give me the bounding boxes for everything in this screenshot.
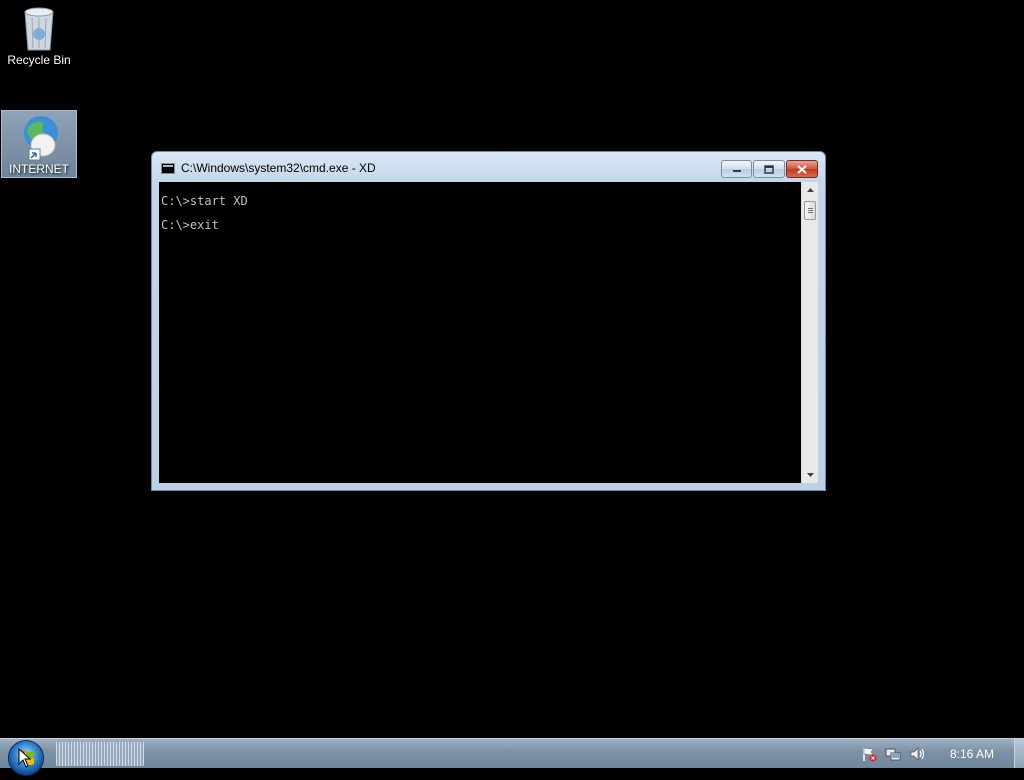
desktop-icon-recycle-bin[interactable]: Recycle Bin: [1, 4, 77, 76]
arrow-down-icon: [806, 473, 814, 477]
close-icon: [797, 164, 807, 174]
minimize-button[interactable]: [721, 160, 752, 178]
maximize-button[interactable]: [753, 160, 785, 178]
volume-icon[interactable]: [908, 745, 926, 763]
cmd-window[interactable]: C:\Windows\system32\cmd.exe - XD C:\>sta…: [151, 151, 826, 491]
network-icon[interactable]: [884, 745, 902, 763]
system-tray: 8:16 AM: [860, 739, 1024, 768]
taskbar: 8:16 AM: [0, 738, 1024, 776]
recycle-bin-icon: [24, 7, 54, 51]
taskbar-toolbar-gripper[interactable]: [56, 742, 144, 766]
maximize-icon: [764, 164, 774, 174]
window-title: C:\Windows\system32\cmd.exe - XD: [181, 161, 376, 175]
scroll-up-button[interactable]: [802, 182, 818, 198]
scroll-down-button[interactable]: [802, 467, 818, 483]
minimize-icon: [732, 170, 741, 172]
internet-shortcut-icon: [24, 116, 58, 161]
grip-line: [808, 208, 813, 209]
vertical-scrollbar[interactable]: [801, 182, 818, 483]
cmd-icon: [161, 163, 175, 174]
action-center-flag-icon[interactable]: [860, 745, 878, 763]
desktop-icon-label: INTERNET: [9, 162, 69, 176]
console-output[interactable]: C:\>start XD C:\>exit: [159, 182, 807, 483]
scroll-thumb[interactable]: [804, 201, 816, 220]
grip-line: [808, 210, 813, 211]
console-line: C:\>start XD: [161, 194, 248, 208]
desktop-icon-internet[interactable]: INTERNET: [1, 110, 77, 178]
taskbar-clock[interactable]: 8:16 AM: [950, 747, 994, 761]
desktop: Recycle Bin INTERNET C:\Windows\system32…: [0, 0, 1024, 738]
grip-line: [808, 212, 813, 213]
mouse-cursor-icon: [18, 748, 32, 768]
console-line: C:\>exit: [161, 218, 219, 232]
window-titlebar[interactable]: C:\Windows\system32\cmd.exe - XD: [152, 152, 825, 182]
show-desktop-button[interactable]: [1014, 739, 1024, 768]
arrow-up-icon: [806, 188, 814, 192]
close-button[interactable]: [786, 160, 818, 178]
desktop-icon-label: Recycle Bin: [7, 53, 71, 67]
